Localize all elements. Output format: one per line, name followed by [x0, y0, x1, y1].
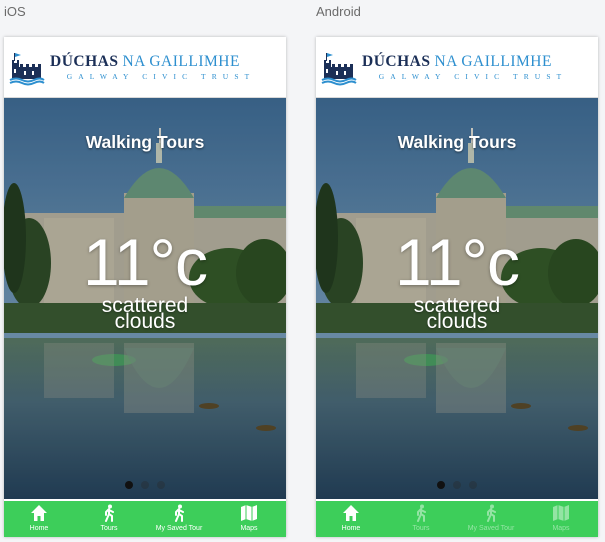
- tab-home-label: Home: [29, 525, 49, 532]
- tab-my-saved-tour-label: My Saved Tour: [155, 525, 203, 532]
- condition-line2: clouds: [114, 310, 176, 333]
- ios-phone-screen: DÚCHAS NA GAILLIMHE GALWAY CIVIC TRUST W…: [4, 37, 286, 537]
- ios-label: iOS: [4, 4, 26, 19]
- tab-tours[interactable]: Tours: [386, 501, 456, 537]
- temperature: 11°c: [395, 225, 520, 299]
- tab-my-saved-tour[interactable]: My Saved Tour: [456, 501, 526, 537]
- logo-title-part1: DÚCHAS: [50, 53, 119, 70]
- tab-my-saved-tour-label: My Saved Tour: [467, 525, 515, 532]
- tab-home[interactable]: Home: [4, 501, 74, 537]
- tab-bar: Home Tours My Saved Tour Maps: [316, 499, 598, 537]
- hero-title: Walking Tours: [85, 132, 205, 152]
- tab-tours-label: Tours: [412, 525, 430, 532]
- tab-tours-label: Tours: [100, 525, 118, 532]
- castle-logo-icon: [9, 51, 45, 86]
- tab-maps-label: Maps: [552, 525, 570, 532]
- map-icon: [241, 505, 257, 521]
- logo-title-part2: NA GAILLIMHE: [122, 53, 240, 70]
- tab-tours[interactable]: Tours: [74, 501, 144, 537]
- pager-dots: [316, 481, 598, 491]
- pager-dot[interactable]: [469, 481, 477, 489]
- home-icon: [343, 505, 359, 521]
- pager-dot[interactable]: [453, 481, 461, 489]
- condition-line2: clouds: [426, 310, 488, 333]
- android-label: Android: [316, 4, 361, 19]
- tab-my-saved-tour[interactable]: My Saved Tour: [144, 501, 214, 537]
- tab-bar: Home Tours My Saved Tour Maps: [4, 499, 286, 537]
- android-phone-screen: DÚCHAS NA GAILLIMHE GALWAY CIVIC TRUST W…: [316, 37, 598, 537]
- walker-icon: [105, 504, 114, 522]
- walker-icon: [487, 504, 496, 522]
- hero-slide[interactable]: Walking Tours 11°c scattered clouds: [316, 98, 598, 499]
- map-icon: [553, 505, 569, 521]
- tab-home[interactable]: Home: [316, 501, 386, 537]
- hero-slide[interactable]: Walking Tours 11°c scattered clouds: [4, 98, 286, 499]
- pager-dot[interactable]: [437, 481, 445, 489]
- weather-condition: scattered clouds: [316, 295, 598, 333]
- walker-icon: [175, 504, 184, 522]
- tab-maps[interactable]: Maps: [526, 501, 596, 537]
- tab-home-label: Home: [341, 525, 361, 532]
- tab-maps[interactable]: Maps: [214, 501, 284, 537]
- weather-condition: scattered clouds: [4, 295, 286, 333]
- castle-logo-icon: [321, 51, 357, 86]
- logo-subtitle: GALWAY CIVIC TRUST: [66, 72, 256, 81]
- temperature: 11°c: [83, 225, 208, 299]
- home-icon: [31, 505, 47, 521]
- logo-title: DÚCHAS NA GAILLIMHE: [50, 53, 240, 71]
- logo-title: DÚCHAS NA GAILLIMHE: [362, 53, 552, 71]
- pager-dots: [4, 481, 286, 491]
- pager-dot[interactable]: [157, 481, 165, 489]
- logo-title-part2: NA GAILLIMHE: [434, 53, 552, 70]
- pager-dot[interactable]: [141, 481, 149, 489]
- pager-dot[interactable]: [125, 481, 133, 489]
- tab-maps-label: Maps: [240, 525, 258, 532]
- logo-subtitle: GALWAY CIVIC TRUST: [378, 72, 568, 81]
- hero-title: Walking Tours: [397, 132, 517, 152]
- app-header: DÚCHAS NA GAILLIMHE GALWAY CIVIC TRUST: [316, 37, 598, 98]
- app-header: DÚCHAS NA GAILLIMHE GALWAY CIVIC TRUST: [4, 37, 286, 98]
- logo-title-part1: DÚCHAS: [362, 53, 431, 70]
- walker-icon: [417, 504, 426, 522]
